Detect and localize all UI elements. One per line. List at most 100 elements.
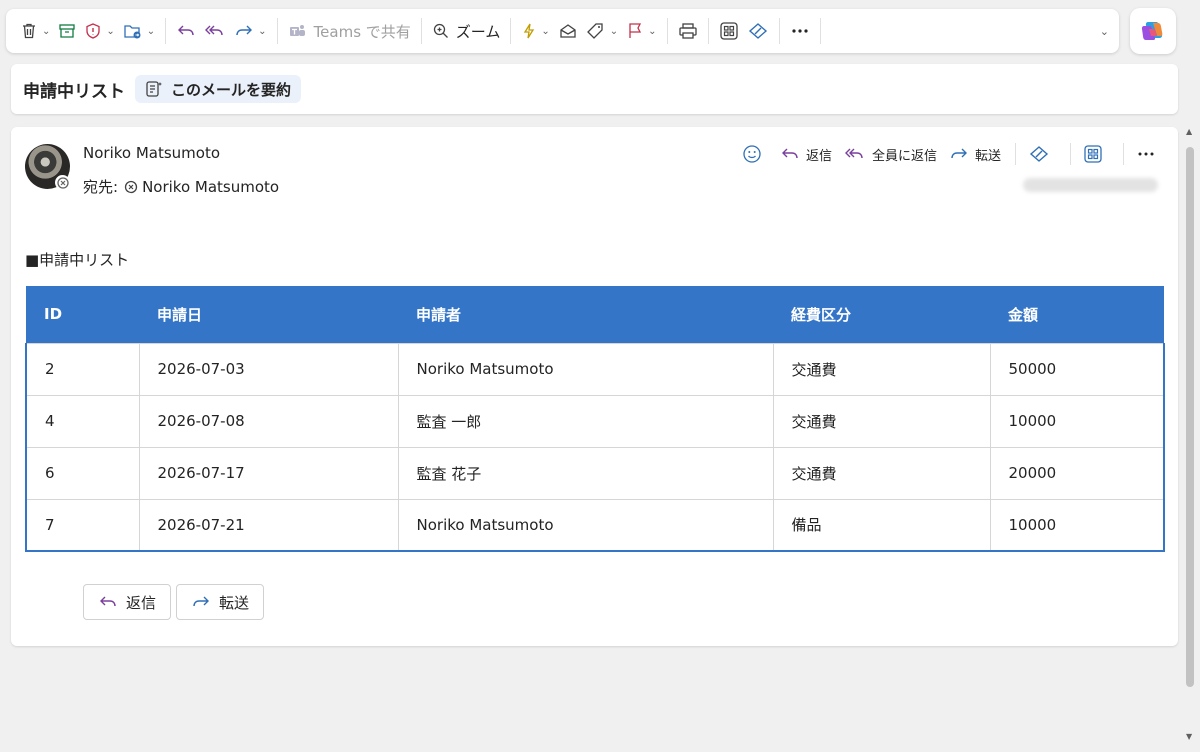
cell-id: 7 [25,498,140,552]
chevron-down-icon[interactable]: ⌄ [258,26,266,37]
loop-icon [1029,146,1049,162]
more-options-button[interactable] [786,15,814,47]
cell-category: 交通費 [772,342,991,396]
toolbar-divider [276,18,278,44]
categorize-button[interactable]: ⌄ [582,15,622,47]
chevron-down-icon[interactable]: ⌄ [42,26,50,37]
loop-button[interactable] [743,15,773,47]
recipient-name[interactable]: Noriko Matsumoto [142,178,279,196]
actions-divider [1015,143,1016,165]
summary-icon [146,81,162,97]
presence-unknown-icon [124,180,138,193]
reply-all-label: 全員に返信 [871,148,937,164]
delete-button[interactable]: ⌄ [16,15,54,47]
message-actions: 返信 全員に返信 転送 [730,141,1162,167]
chevron-down-icon[interactable]: ⌄ [610,26,618,37]
toolbar-divider [165,18,167,44]
chevron-down-icon[interactable]: ⌄ [541,26,549,37]
reply-all-icon [205,25,223,36]
email-subject: 申請中リスト [23,81,125,102]
bottom-reply-button[interactable]: 返信 [83,584,172,620]
bottom-forward-button[interactable]: 転送 [176,584,265,620]
cell-applicant: 監査 一郎 [397,394,774,448]
reply-all-icon [844,148,863,159]
summarize-label: このメールを要約 [171,80,292,99]
column-header-category: 経費区分 [791,305,852,324]
column-header-applicant: 申請者 [416,305,462,324]
sender-name[interactable]: Noriko Matsumoto [83,144,220,162]
share-to-teams-button[interactable]: Teams で共有 [284,15,415,47]
zoom-button[interactable]: ズーム [428,15,505,47]
report-button[interactable]: ⌄ [80,15,118,47]
chevron-down-icon[interactable]: ⌄ [648,26,656,37]
emoji-icon [743,145,761,163]
scroll-up-arrow-icon[interactable]: ▲ [1186,127,1192,136]
reply-icon [178,25,194,36]
scroll-thumb[interactable] [1186,147,1194,687]
toolbar-divider [420,18,422,44]
reply-label: 返信 [805,148,832,164]
message-apps-button[interactable] [1083,145,1109,163]
reply-all-button[interactable] [200,15,230,47]
ribbon-expand-chevron-icon[interactable]: ⌄ [1100,25,1109,38]
scroll-down-arrow-icon[interactable]: ▼ [1186,732,1192,741]
zoom-in-icon [433,23,448,38]
request-table: ID 申請日 申請者 経費区分 金額 2 2026-07-03 Noriko M… [25,286,1165,552]
more-icon [1138,152,1154,156]
message-forward-button[interactable]: 転送 [949,145,1001,164]
table-row: 4 2026-07-08 監査 一郎 交通費 10000 [25,394,1165,448]
message-more-button[interactable] [1136,145,1162,163]
cell-id: 2 [25,342,140,396]
copilot-button[interactable] [1130,8,1176,54]
envelope-open-icon [560,24,576,38]
summarize-email-button[interactable]: このメールを要約 [135,75,302,103]
teams-icon [289,25,305,36]
table-row: 2 2026-07-03 Noriko Matsumoto 交通費 50000 [25,342,1165,396]
more-icon [791,29,808,33]
print-button[interactable] [674,15,702,47]
toolbar-divider [510,18,512,44]
chevron-down-icon[interactable]: ⌄ [147,26,155,37]
share-to-teams-label: Teams で共有 [313,22,411,41]
toolbar-divider [778,18,780,44]
subject-bar: 申請中リスト このメールを要約 [11,64,1178,114]
forward-icon [193,596,210,607]
message-loop-button[interactable] [1028,145,1056,163]
move-to-button[interactable]: ⌄ [119,15,159,47]
actions-divider [1070,143,1071,165]
message-reply-button[interactable]: 返信 [780,145,832,164]
quick-steps-button[interactable]: ⌄ [517,15,553,47]
cell-applicant: Noriko Matsumoto [397,498,774,552]
cell-category: 交通費 [772,394,991,448]
column-header-id: ID [44,305,63,324]
lightning-icon [524,23,535,39]
bottom-forward-label: 転送 [219,593,250,612]
cell-date: 2026-07-17 [138,446,399,500]
to-label: 宛先: [83,178,119,196]
zoom-label: ズーム [455,22,501,41]
trash-icon [23,23,35,39]
loop-icon [748,23,767,39]
react-button[interactable] [742,144,768,164]
folder-move-icon [124,25,141,39]
cell-applicant: 監査 花子 [397,446,774,500]
chevron-down-icon[interactable]: ⌄ [106,26,114,37]
message-reply-all-button[interactable]: 全員に返信 [844,145,937,164]
cell-amount: 20000 [989,446,1165,500]
bottom-reply-label: 返信 [126,593,157,612]
mark-read-button[interactable] [554,15,582,47]
reply-button[interactable] [172,15,200,47]
apps-button[interactable] [715,15,743,47]
reply-icon [781,148,798,159]
flag-button[interactable]: ⌄ [622,15,660,47]
cell-applicant: Noriko Matsumoto [397,342,774,396]
cell-id: 4 [25,394,140,448]
column-header-date: 申請日 [157,305,203,324]
printer-icon [678,23,697,39]
cell-date: 2026-07-21 [138,498,399,552]
archive-button[interactable] [54,15,80,47]
apps-grid-icon [1084,145,1102,163]
message-card: Noriko Matsumoto 宛先: Noriko Matsumoto 返信… [11,127,1178,646]
vertical-scrollbar[interactable]: ▲ [1184,127,1196,687]
forward-button[interactable]: ⌄ [230,15,270,47]
